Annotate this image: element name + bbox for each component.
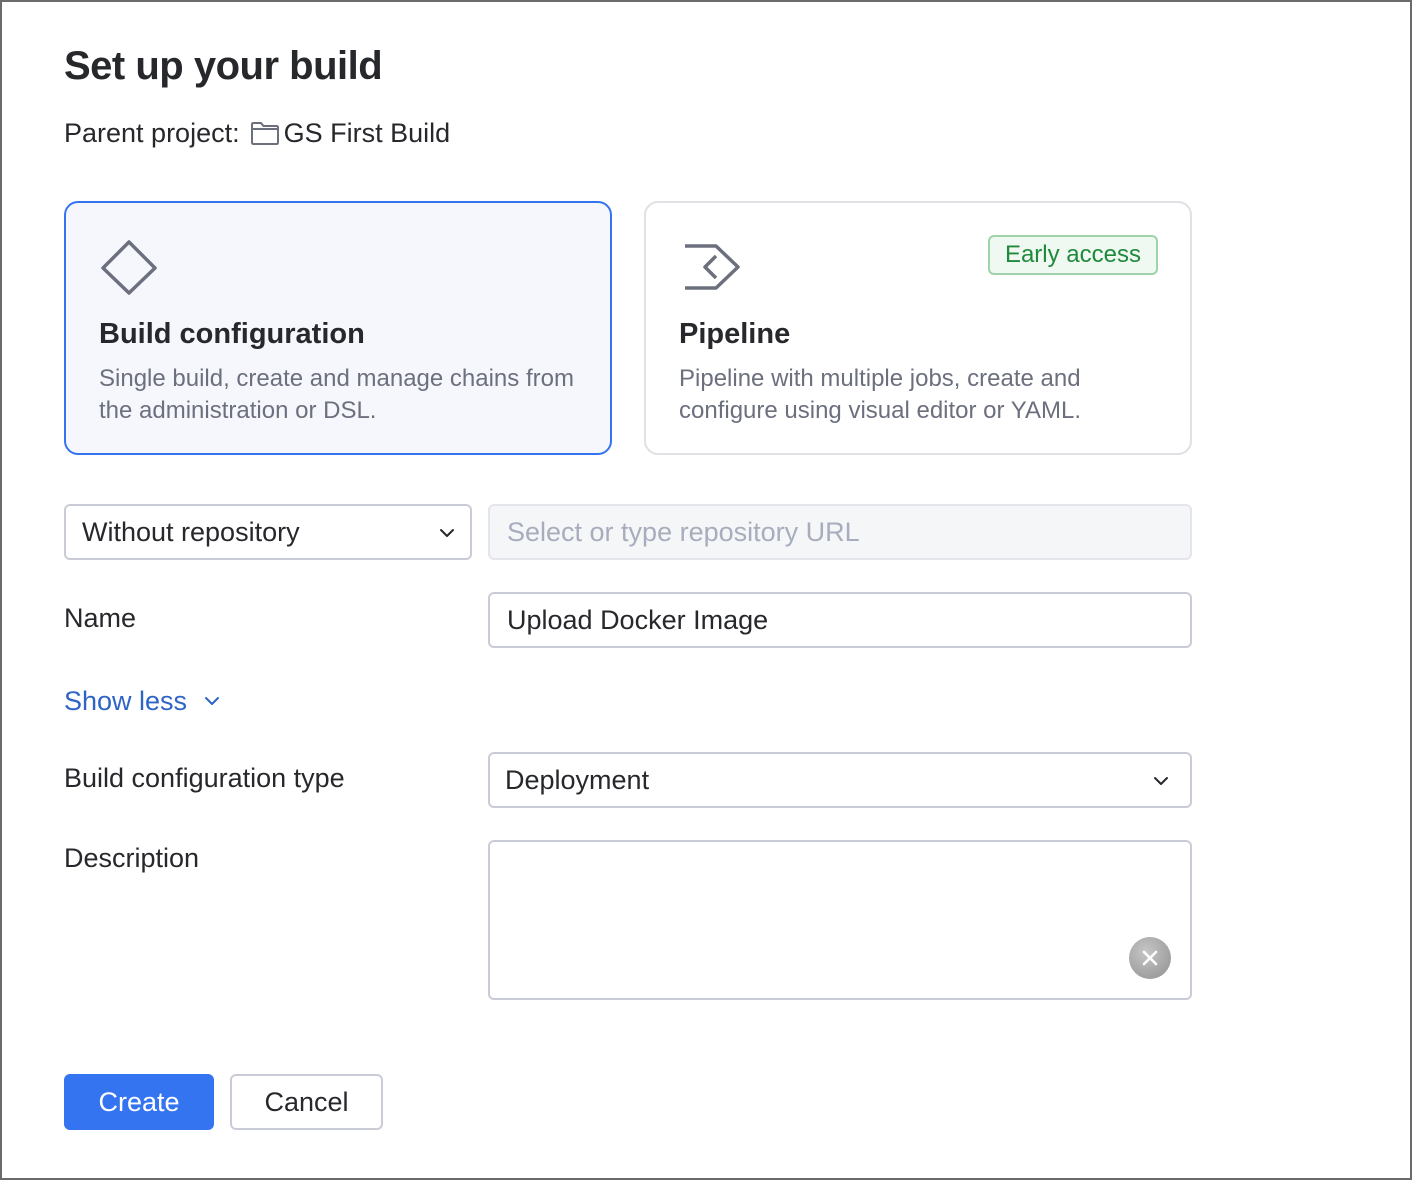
- show-less-label: Show less: [64, 685, 188, 716]
- card-title: Build configuration: [99, 318, 365, 350]
- build-configuration-type-label: Build configuration type: [64, 763, 345, 793]
- chevron-down-icon: [1154, 777, 1168, 785]
- repository-url-input[interactable]: Select or type repository URL: [488, 504, 1192, 560]
- repository-select[interactable]: Without repository: [64, 504, 472, 560]
- repository-select-value: Without repository: [82, 516, 300, 547]
- name-input[interactable]: Upload Docker Image: [488, 592, 1192, 648]
- close-icon: [1142, 950, 1158, 966]
- repository-url-placeholder: Select or type repository URL: [507, 516, 860, 547]
- pipeline-card[interactable]: Early access Pipeline Pipeline with mult…: [644, 201, 1192, 455]
- name-input-value: Upload Docker Image: [507, 604, 769, 635]
- page-title: Set up your build: [64, 44, 383, 88]
- pipeline-icon: [685, 244, 740, 290]
- build-configuration-type-value: Deployment: [505, 764, 650, 795]
- diamond-icon: [101, 240, 157, 295]
- chevron-down-icon: [205, 697, 220, 705]
- build-configuration-type-select[interactable]: Deployment: [488, 752, 1192, 808]
- chevron-down-icon: [440, 529, 454, 537]
- show-less-link[interactable]: Show less: [64, 683, 221, 719]
- clear-button[interactable]: [1129, 937, 1171, 979]
- dialog-frame: Set up your build Parent project: GS Fir…: [0, 0, 1412, 1180]
- early-access-badge: Early access: [987, 235, 1158, 275]
- parent-project-label: Parent project:: [64, 117, 240, 148]
- create-button[interactable]: Create: [64, 1074, 214, 1130]
- description-textarea[interactable]: [488, 840, 1192, 1000]
- folder-icon: [250, 122, 279, 145]
- parent-project-name: GS First Build: [283, 117, 451, 148]
- cancel-button[interactable]: Cancel: [230, 1074, 383, 1130]
- description-label: Description: [64, 843, 200, 873]
- parent-project: Parent project: GS First Build: [64, 115, 450, 151]
- card-description: Single build, create and manage chains f…: [99, 365, 574, 424]
- card-title: Pipeline: [679, 318, 791, 350]
- build-configuration-card[interactable]: Build configuration Single build, create…: [64, 201, 612, 455]
- card-description: Pipeline with multiple jobs, create and …: [679, 365, 1081, 424]
- name-label: Name: [64, 603, 137, 633]
